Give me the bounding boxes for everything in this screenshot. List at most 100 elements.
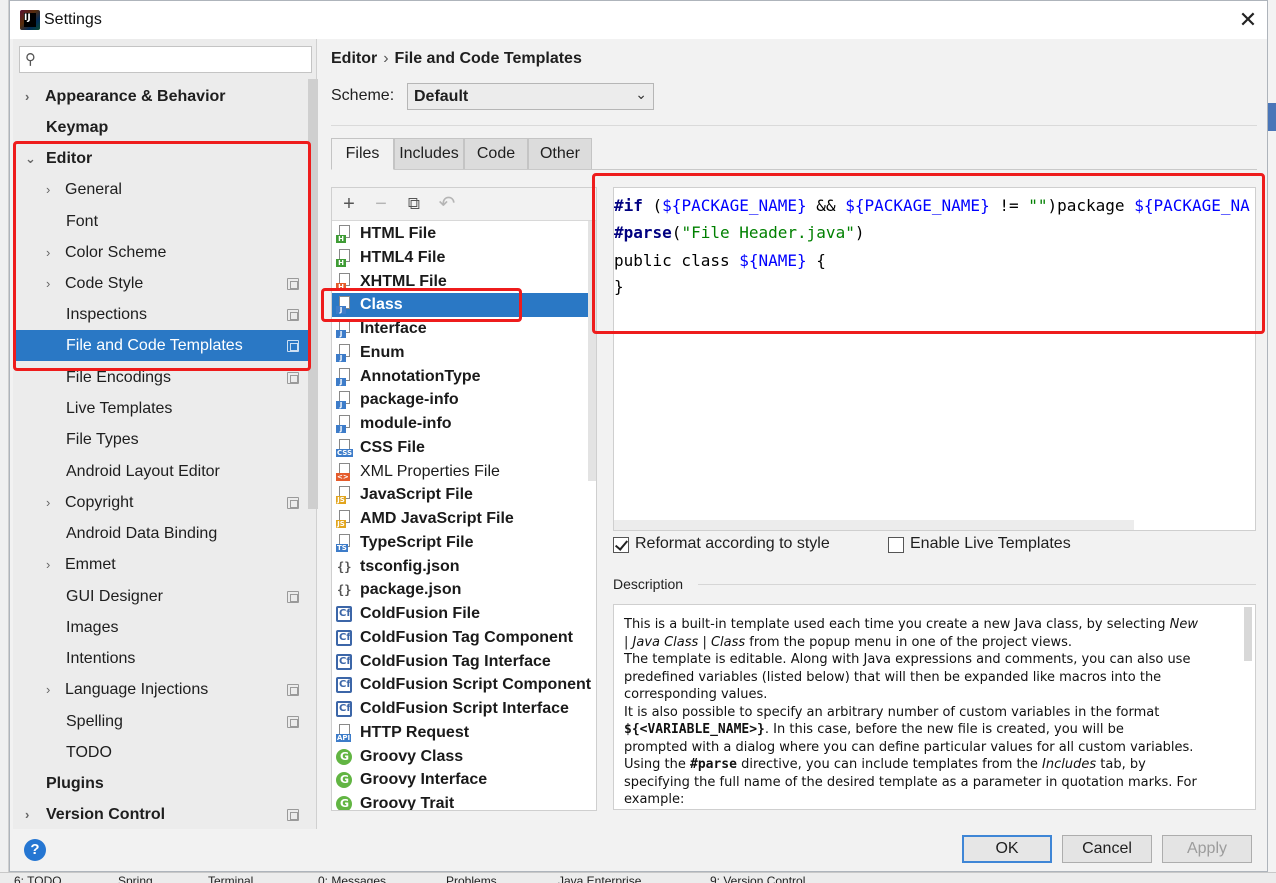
tree-item-live-templates[interactable]: Live Templates	[13, 393, 308, 424]
code-line-3: public class ${NAME} {	[614, 251, 826, 270]
tree-item-language-injections[interactable]: › Language Injections	[13, 674, 308, 705]
separator	[331, 125, 1257, 126]
template-groovy-class[interactable]: G Groovy Class	[332, 745, 596, 769]
remove-template-button[interactable]: −	[369, 192, 393, 216]
breadcrumb: Editor › File and Code Templates	[331, 50, 582, 68]
add-template-button[interactable]: +	[337, 192, 361, 216]
tree-item-file-encodings[interactable]: File Encodings	[13, 362, 308, 393]
java-file-icon: J	[336, 344, 352, 362]
tree-item-general[interactable]: › General	[13, 174, 308, 205]
template-groovy-trait[interactable]: G Groovy Trait	[332, 792, 596, 810]
ide-tab-java-enterprise[interactable]: Java Enterprise	[558, 875, 641, 883]
breadcrumb-current: File and Code Templates	[394, 50, 582, 67]
tree-item-intentions[interactable]: Intentions	[13, 643, 308, 674]
template-xhtml-file[interactable]: H XHTML File	[332, 270, 596, 294]
editor-scrollbar[interactable]	[614, 520, 1134, 530]
template-tsconfig-json[interactable]: {} tsconfig.json	[332, 555, 596, 579]
tree-item-todo[interactable]: TODO	[13, 737, 308, 768]
java-file-icon: J	[336, 320, 352, 338]
chevron-right-icon[interactable]: ›	[46, 237, 50, 268]
tab-files[interactable]: Files	[331, 138, 394, 170]
template-coldfusion-script-interface[interactable]: Cf ColdFusion Script Interface	[332, 697, 596, 721]
template-class[interactable]: J Class	[332, 293, 596, 317]
template-amd-javascript-file[interactable]: JS AMD JavaScript File	[332, 507, 596, 531]
tree-item-editor[interactable]: ⌄ Editor	[13, 143, 308, 174]
ide-tab-terminal[interactable]: Terminal	[208, 875, 253, 883]
template-module-info[interactable]: Jmodule-info	[332, 412, 596, 436]
template-editor[interactable]: #if (${PACKAGE_NAME} && ${PACKAGE_NAME} …	[613, 187, 1256, 531]
chevron-right-icon[interactable]: ›	[46, 549, 50, 580]
settings-search[interactable]: ⚲	[19, 46, 312, 73]
template-coldfusion-script-component[interactable]: Cf ColdFusion Script Component	[332, 673, 596, 697]
template-coldfusion-tag-component[interactable]: Cf ColdFusion Tag Component	[332, 626, 596, 650]
template-annotation-type[interactable]: J AnnotationType	[332, 365, 596, 389]
ok-button[interactable]: OK	[962, 835, 1052, 863]
template-package-info[interactable]: Jpackage-info	[332, 388, 596, 412]
tree-item-emmet[interactable]: › Emmet	[13, 549, 308, 580]
ide-tab-todo[interactable]: 6: TODO	[14, 875, 62, 883]
tree-item-color-scheme[interactable]: › Color Scheme	[13, 237, 308, 268]
close-icon[interactable]: ✕	[1235, 7, 1261, 33]
ide-tab-spring[interactable]: Spring	[118, 875, 153, 883]
tree-scrollbar[interactable]	[308, 79, 318, 509]
tree-item-gui-designer[interactable]: GUI Designer	[13, 581, 308, 612]
tree-item-spelling[interactable]: Spelling	[13, 706, 308, 737]
template-xml-properties-file[interactable]: <> XML Properties File	[332, 460, 596, 484]
copy-template-button[interactable]: ⧉	[402, 192, 426, 216]
template-interface[interactable]: J Interface	[332, 317, 596, 341]
tree-item-version-control[interactable]: › Version Control	[13, 799, 308, 830]
tree-item-font[interactable]: Font	[13, 206, 308, 237]
breadcrumb-separator: ›	[383, 50, 389, 67]
chevron-right-icon[interactable]: ›	[46, 174, 50, 205]
tree-item-file-and-code-templates[interactable]: File and Code Templates	[13, 330, 308, 361]
tree-item-android-data-binding[interactable]: Android Data Binding	[13, 518, 308, 549]
scheme-dropdown[interactable]: Default ⌄	[407, 83, 654, 110]
template-coldfusion-file[interactable]: Cf ColdFusion File	[332, 602, 596, 626]
checkbox-unchecked[interactable]	[888, 537, 904, 553]
chevron-right-icon[interactable]: ›	[46, 487, 50, 518]
template-javascript-file[interactable]: JS JavaScript File	[332, 483, 596, 507]
template-html4-file[interactable]: H HTML4 File	[332, 246, 596, 270]
tab-other[interactable]: Other	[528, 138, 592, 169]
tree-item-file-types[interactable]: File Types	[13, 424, 308, 455]
help-button[interactable]: ?	[24, 839, 46, 861]
description-scrollbar[interactable]	[1244, 607, 1252, 661]
tree-item-appearance-behavior[interactable]: › Appearance & Behavior	[13, 81, 308, 112]
chevron-right-icon[interactable]: ›	[46, 268, 50, 299]
tree-item-inspections[interactable]: Inspections	[13, 299, 308, 330]
java-file-icon: J	[336, 415, 352, 433]
template-coldfusion-tag-interface[interactable]: Cf ColdFusion Tag Interface	[332, 650, 596, 674]
tree-item-code-style[interactable]: › Code Style	[13, 268, 308, 299]
json-file-icon: {}	[337, 583, 352, 597]
coldfusion-icon: Cf	[336, 654, 352, 670]
chevron-right-icon[interactable]: ›	[46, 674, 50, 705]
tree-item-images[interactable]: Images	[13, 612, 308, 643]
template-package-json[interactable]: {} package.json	[332, 578, 596, 602]
template-html-file[interactable]: H HTML File	[332, 222, 596, 246]
search-input[interactable]	[48, 50, 308, 69]
tree-item-copyright[interactable]: › Copyright	[13, 487, 308, 518]
tree-item-plugins[interactable]: Plugins	[13, 768, 308, 799]
ide-tab-messages[interactable]: 0: Messages	[318, 875, 386, 883]
template-enum[interactable]: J Enum	[332, 341, 596, 365]
tab-includes[interactable]: Includes	[394, 138, 464, 169]
scheme-value: Default	[414, 88, 469, 105]
template-groovy-interface[interactable]: G Groovy Interface	[332, 768, 596, 792]
chevron-down-icon[interactable]: ⌄	[25, 143, 36, 174]
ide-tab-problems[interactable]: Problems	[446, 875, 497, 883]
reset-template-button[interactable]: ↶	[435, 192, 459, 216]
chevron-right-icon[interactable]: ›	[25, 799, 29, 830]
tree-item-android-layout-editor[interactable]: Android Layout Editor	[13, 456, 308, 487]
template-http-request[interactable]: API HTTP Request	[332, 721, 596, 745]
dialog-title: Settings	[44, 11, 102, 28]
list-scrollbar[interactable]	[588, 221, 596, 481]
template-css-file[interactable]: CSS CSS File	[332, 436, 596, 460]
ide-tab-version-control[interactable]: 9: Version Control	[710, 875, 805, 883]
chevron-right-icon[interactable]: ›	[25, 81, 29, 112]
tree-item-keymap[interactable]: Keymap	[13, 112, 308, 143]
tab-code[interactable]: Code	[464, 138, 528, 169]
checkbox-checked[interactable]	[613, 537, 629, 553]
apply-button[interactable]: Apply	[1162, 835, 1252, 863]
template-typescript-file[interactable]: TS TypeScript File	[332, 531, 596, 555]
cancel-button[interactable]: Cancel	[1062, 835, 1152, 863]
